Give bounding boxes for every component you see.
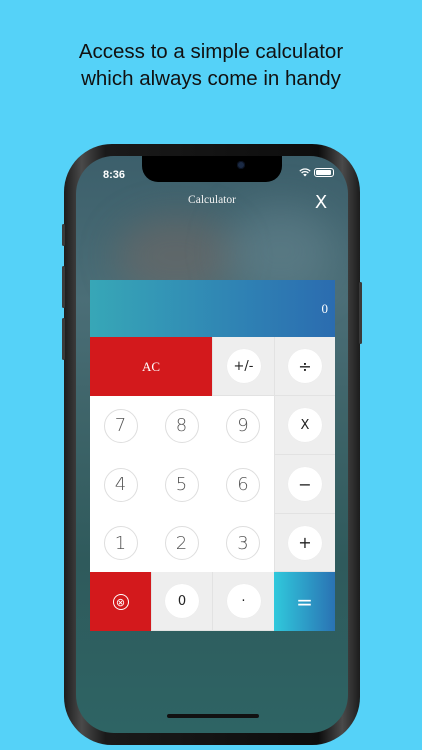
key-7-label: 7	[103, 408, 138, 443]
caption-line-2: which always come in handy	[81, 67, 341, 90]
key-2[interactable]: 2	[151, 514, 212, 572]
key-9[interactable]: 9	[212, 396, 274, 455]
key-4-label: 4	[103, 467, 138, 502]
calculator: 0 AC +/- ÷ 7 8 9 X 4 5 6 − 1 2 3 + ⊗ 0 ·…	[90, 280, 335, 631]
all-clear-button[interactable]: AC	[90, 337, 212, 396]
delete-icon: ⊗	[112, 593, 129, 610]
home-indicator[interactable]	[167, 714, 259, 718]
key-8-label: 8	[164, 408, 199, 443]
key-4[interactable]: 4	[90, 455, 151, 514]
display-value: 0	[321, 301, 329, 316]
multiply-label: X	[300, 417, 310, 433]
close-icon[interactable]: X	[311, 193, 331, 213]
key-8[interactable]: 8	[151, 396, 212, 455]
minus-button[interactable]: −	[274, 455, 335, 514]
status-icons	[299, 168, 334, 177]
key-2-label: 2	[164, 526, 199, 560]
minus-label: −	[298, 474, 312, 494]
key-6[interactable]: 6	[212, 455, 274, 514]
key-1-label: 1	[103, 526, 138, 560]
caption-line-1: Access to a simple calculator	[78, 40, 344, 63]
screen-title: Calculator	[188, 194, 236, 206]
promo-caption: Access to a simple calculator which alwa…	[0, 38, 422, 92]
key-3-label: 3	[226, 526, 260, 560]
sign-toggle-label: +/-	[233, 358, 254, 374]
plus-label: +	[298, 533, 312, 552]
plus-button[interactable]: +	[274, 514, 335, 572]
key-0[interactable]: 0	[151, 572, 212, 631]
key-0-label: 0	[177, 593, 187, 609]
battery-icon	[314, 168, 334, 177]
camera-icon	[237, 161, 245, 169]
decimal-button[interactable]: ·	[212, 572, 274, 631]
calculator-display: 0	[90, 280, 335, 337]
phone-notch	[142, 156, 282, 182]
equals-button[interactable]: =	[274, 572, 335, 631]
decimal-label: ·	[241, 593, 246, 609]
multiply-button[interactable]: X	[274, 396, 335, 455]
key-6-label: 6	[226, 467, 260, 502]
divide-button[interactable]: ÷	[274, 337, 335, 396]
phone-side-button-left-1	[62, 224, 65, 246]
key-3[interactable]: 3	[212, 514, 274, 572]
phone-side-button-left-3	[62, 318, 65, 360]
key-7[interactable]: 7	[90, 396, 151, 455]
phone-side-button-right	[359, 282, 362, 344]
wifi-icon	[299, 168, 311, 177]
key-5-label: 5	[164, 467, 199, 502]
delete-button[interactable]: ⊗	[90, 572, 151, 631]
sign-toggle-button[interactable]: +/-	[212, 337, 274, 396]
phone-side-button-left-2	[62, 266, 65, 308]
key-5[interactable]: 5	[151, 455, 212, 514]
status-time: 8:36	[103, 169, 126, 181]
key-1[interactable]: 1	[90, 514, 151, 572]
divide-label: ÷	[298, 356, 312, 376]
key-9-label: 9	[226, 408, 260, 443]
